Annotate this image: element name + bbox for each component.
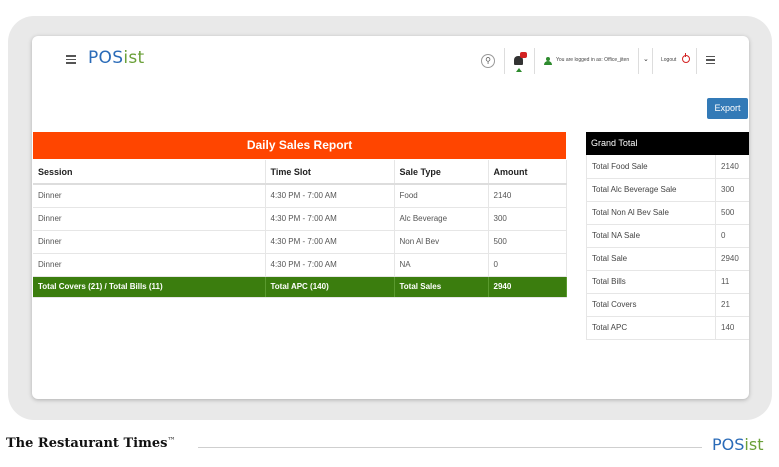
grand-total-value: 11 xyxy=(715,270,749,294)
menu-icon[interactable] xyxy=(706,56,715,64)
app-screen: POSist ⚲ You are logged in as: Office_ji… xyxy=(32,36,749,399)
cell-time-slot: 4:30 PM - 7:00 AM xyxy=(265,207,395,231)
cell-time-slot: 4:30 PM - 7:00 AM xyxy=(265,184,395,208)
column-header-time-slot: Time Slot xyxy=(265,160,395,185)
grand-total-label: Total NA Sale xyxy=(586,224,716,248)
grand-total-label: Total Food Sale xyxy=(586,155,716,179)
grand-total-label: Total Sale xyxy=(586,247,716,271)
cell-sale-type: Non Al Bev xyxy=(394,230,489,254)
grand-total-value: 140 xyxy=(715,316,749,340)
grand-total-row: Total Covers 21 xyxy=(586,293,749,317)
cell-amount: 500 xyxy=(488,230,567,254)
grand-total-label: Total Covers xyxy=(586,293,716,317)
grand-total-label: Total Non Al Bev Sale xyxy=(586,201,716,225)
power-icon[interactable] xyxy=(682,53,690,63)
daily-sales-table: Session Time Slot Sale Type Amount Dinne… xyxy=(33,160,567,298)
footer-brand: The Restaurant Times™ xyxy=(6,436,175,451)
hamburger-menu-icon[interactable] xyxy=(66,55,76,64)
header-divider xyxy=(696,48,697,74)
logged-in-text: You are logged in as: Office_jiten xyxy=(556,57,630,63)
table-row: Dinner 4:30 PM - 7:00 AM NA 0 xyxy=(33,253,567,277)
table-row: Dinner 4:30 PM - 7:00 AM Food 2140 xyxy=(33,184,567,208)
footer-divider xyxy=(198,447,702,448)
column-header-amount: Amount xyxy=(488,160,567,185)
cell-sale-type: Food xyxy=(394,184,489,208)
cell-amount: 0 xyxy=(488,253,567,277)
notification-badge xyxy=(520,52,527,58)
grand-total-row: Total NA Sale 0 xyxy=(586,224,749,248)
grand-total-value: 2140 xyxy=(715,155,749,179)
grand-total-title: Grand Total xyxy=(586,132,749,155)
cell-session: Dinner xyxy=(33,184,266,208)
column-header-session: Session xyxy=(33,160,266,185)
grand-total-value: 2940 xyxy=(715,247,749,271)
logout-link[interactable]: Logout xyxy=(661,57,676,63)
user-icon xyxy=(544,57,552,65)
cell-time-slot: 4:30 PM - 7:00 AM xyxy=(265,230,395,254)
total-covers-bills: Total Covers (21) / Total Bills (11) xyxy=(33,276,266,298)
header-divider xyxy=(652,48,653,74)
trademark: ™ xyxy=(167,436,176,445)
grand-total-row: Total Sale 2940 xyxy=(586,247,749,271)
header-divider xyxy=(504,48,505,74)
table-header-row: Session Time Slot Sale Type Amount xyxy=(33,160,567,185)
cell-session: Dinner xyxy=(33,207,266,231)
grand-total-label: Total APC xyxy=(586,316,716,340)
grand-total-row: Total Alc Beverage Sale 300 xyxy=(586,178,749,202)
cell-session: Dinner xyxy=(33,253,266,277)
footer-logo-accent: ist xyxy=(744,435,764,454)
export-button[interactable]: Export xyxy=(707,98,748,119)
grand-total-value: 300 xyxy=(715,178,749,202)
totals-row: Total Covers (21) / Total Bills (11) Tot… xyxy=(33,276,567,298)
grand-total-row: Total APC 140 xyxy=(586,316,749,340)
total-apc: Total APC (140) xyxy=(265,276,395,298)
grand-total-row: Total Food Sale 2140 xyxy=(586,155,749,179)
grand-total-table: Total Food Sale 2140 Total Alc Beverage S… xyxy=(586,155,749,340)
grand-total-row: Total Non Al Bev Sale 500 xyxy=(586,201,749,225)
table-row: Dinner 4:30 PM - 7:00 AM Non Al Bev 500 xyxy=(33,230,567,254)
grand-total-value: 21 xyxy=(715,293,749,317)
search-icon[interactable]: ⚲ xyxy=(481,54,495,68)
report-title: Daily Sales Report xyxy=(33,132,566,159)
total-sales-value: 2940 xyxy=(488,276,567,298)
table-row: Dinner 4:30 PM - 7:00 AM Alc Beverage 30… xyxy=(33,207,567,231)
cell-sale-type: NA xyxy=(394,253,489,277)
footer-logo-main: POS xyxy=(712,435,745,454)
posist-logo: POSist xyxy=(88,48,144,68)
cell-amount: 300 xyxy=(488,207,567,231)
logo-accent: ist xyxy=(123,48,145,68)
footer-posist-logo: POSist xyxy=(712,435,763,454)
logo-main: POS xyxy=(88,48,124,68)
grand-total-label: Total Bills xyxy=(586,270,716,294)
grand-total-value: 0 xyxy=(715,224,749,248)
cell-session: Dinner xyxy=(33,230,266,254)
brand-name: The Restaurant Times xyxy=(6,436,168,451)
grand-total-label: Total Alc Beverage Sale xyxy=(586,178,716,202)
chevron-down-icon[interactable]: ⌄ xyxy=(643,55,649,63)
grand-total-value: 500 xyxy=(715,201,749,225)
cell-amount: 2140 xyxy=(488,184,567,208)
column-header-sale-type: Sale Type xyxy=(394,160,489,185)
cell-sale-type: Alc Beverage xyxy=(394,207,489,231)
total-sales-label: Total Sales xyxy=(394,276,489,298)
cell-time-slot: 4:30 PM - 7:00 AM xyxy=(265,253,395,277)
grand-total-row: Total Bills 11 xyxy=(586,270,749,294)
notification-pointer xyxy=(516,68,522,72)
header-divider xyxy=(638,48,639,74)
header-divider xyxy=(534,48,535,74)
